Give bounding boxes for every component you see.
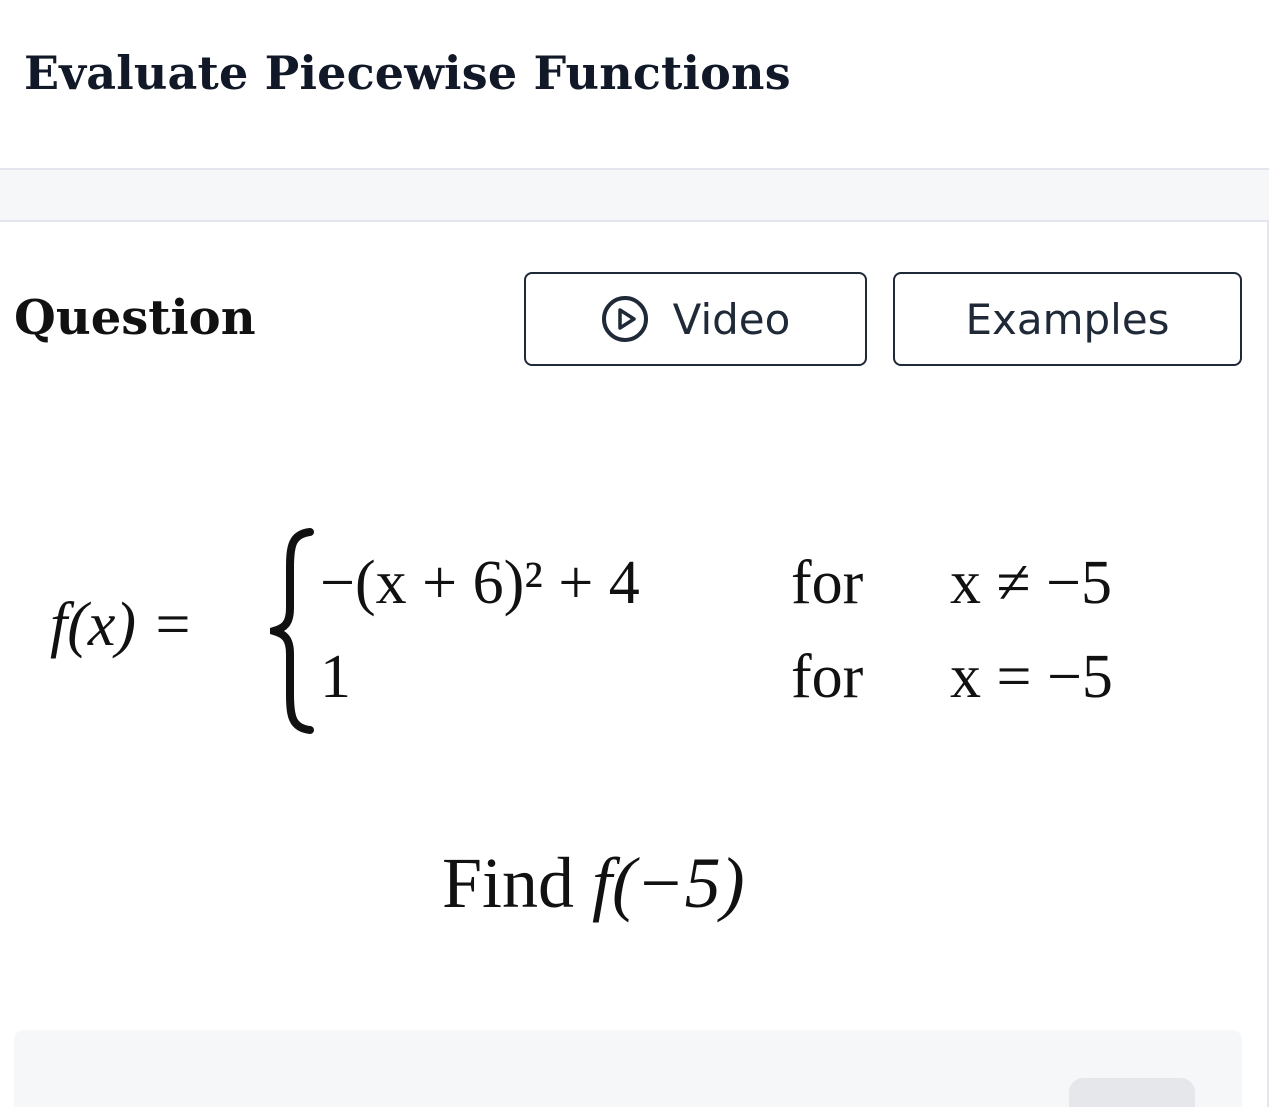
page-title: Evaluate Piecewise Functions	[24, 46, 791, 100]
function-lhs: f(x) =	[50, 590, 193, 661]
case-1-for: for	[791, 549, 864, 617]
examples-button-label: Examples	[965, 294, 1170, 344]
function-lhs-text: f(x) =	[50, 591, 194, 659]
find-word: Find	[442, 843, 575, 923]
header-band	[0, 170, 1269, 222]
video-button-label: Video	[672, 294, 791, 344]
answer-submit-button[interactable]	[1069, 1078, 1195, 1107]
case-2-for: for	[791, 643, 864, 711]
play-circle-icon	[601, 295, 649, 343]
case-1-expression: −(x + 6)² + 4	[320, 549, 640, 617]
examples-button[interactable]: Examples	[893, 272, 1242, 366]
header: Evaluate Piecewise Functions	[0, 0, 1269, 170]
find-expression: f(−5)	[592, 843, 745, 923]
left-brace	[270, 528, 314, 734]
case-2-expression: 1	[320, 643, 351, 711]
page: Evaluate Piecewise Functions Question Vi…	[0, 0, 1269, 1107]
video-button[interactable]: Video	[524, 272, 867, 366]
answer-box	[14, 1030, 1242, 1107]
case-2-condition: x = −5	[950, 643, 1113, 711]
question-heading: Question	[14, 290, 256, 346]
find-prompt: Find f(−5)	[442, 842, 745, 925]
case-1-condition: x ≠ −5	[950, 549, 1112, 617]
